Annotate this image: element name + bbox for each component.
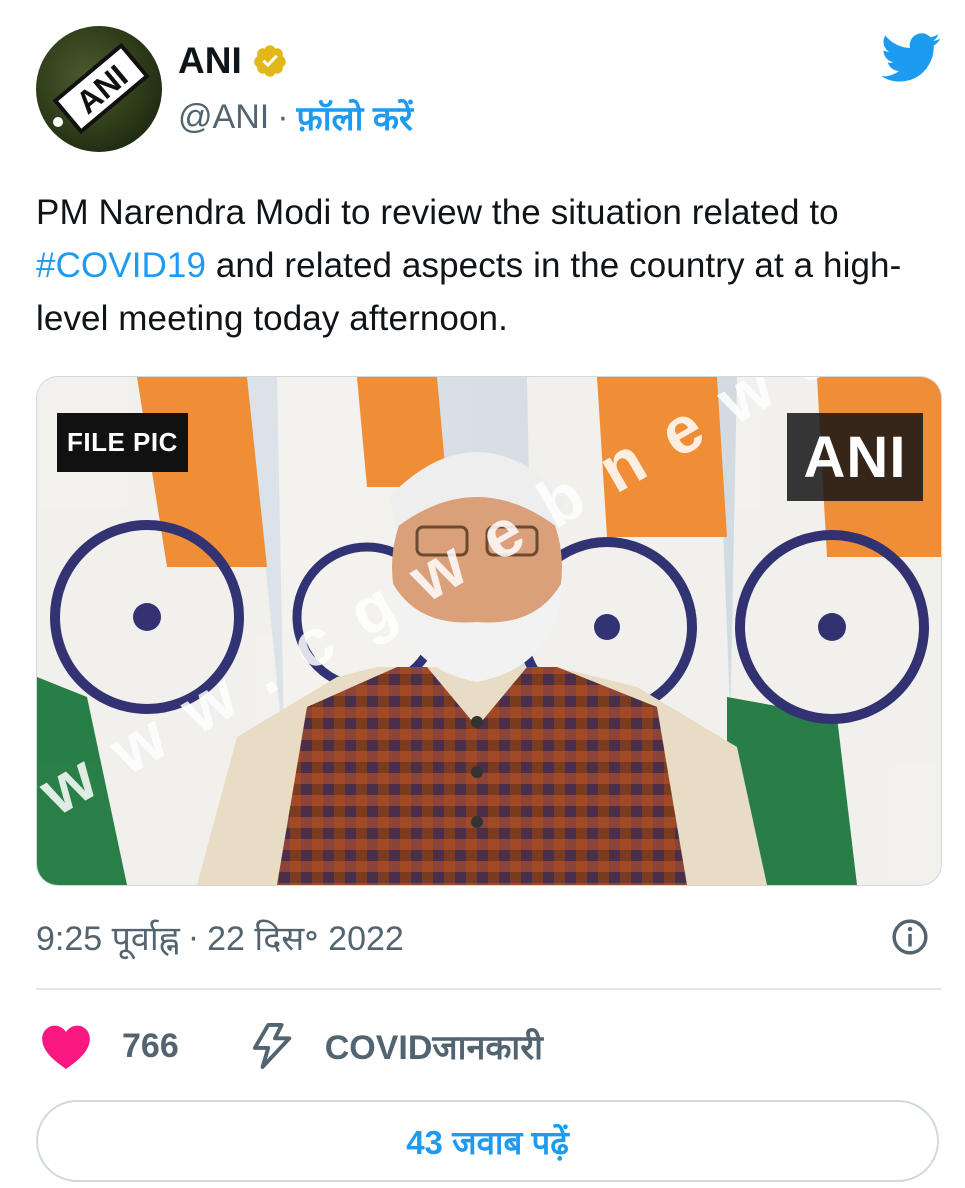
read-replies-button[interactable]: 43 जवाब पढ़ें (36, 1100, 939, 1182)
author-handle-row: @ANI · फ़ॉलो करें (178, 94, 413, 140)
like-count: 766 (122, 1026, 179, 1065)
verified-badge-icon (253, 45, 286, 77)
twitter-bird-icon[interactable] (881, 32, 941, 84)
hashtag-link[interactable]: #COVID19 (36, 246, 206, 285)
follow-button[interactable]: फ़ॉलो करें (297, 94, 413, 140)
tweet-date: 22 दिस॰ 2022 (207, 920, 404, 958)
heart-icon (42, 1025, 90, 1069)
lightning-bolt-icon (252, 1023, 291, 1070)
avatar[interactable]: ANI (36, 26, 162, 152)
file-pic-label: FILE PIC (57, 413, 188, 472)
tweet-time: 9:25 पूर्वाह्न (36, 920, 180, 958)
tweet-actions: 766 COVIDजानकारी (40, 1016, 543, 1076)
tweet-text-part: PM Narendra Modi to review the situation… (36, 193, 839, 232)
info-icon[interactable] (891, 918, 929, 956)
ani-logo-icon: ANI (52, 42, 150, 135)
topic-link[interactable]: COVIDजानकारी (251, 1021, 543, 1071)
tweet-media[interactable]: www.cgwebnews.i FILE PIC ANI (36, 376, 942, 886)
tweet-text: PM Narendra Modi to review the situation… (36, 186, 941, 345)
tweet-header: ANI ANI @ANI · फ़ॉलो करें (36, 26, 941, 152)
divider (36, 988, 941, 990)
like-button[interactable]: 766 (40, 1022, 179, 1070)
tweet-timestamp[interactable]: 9:25 पूर्वाह्न · 22 दिस॰ 2022 (36, 912, 941, 962)
topic-label: COVIDजानकारी (324, 1029, 543, 1067)
separator: · (277, 97, 289, 136)
ani-watermark: ANI (787, 413, 923, 501)
author-name[interactable]: ANI (178, 40, 242, 82)
author-name-row: ANI (178, 40, 288, 82)
separator: · (187, 917, 200, 956)
author-handle[interactable]: @ANI (178, 98, 269, 137)
